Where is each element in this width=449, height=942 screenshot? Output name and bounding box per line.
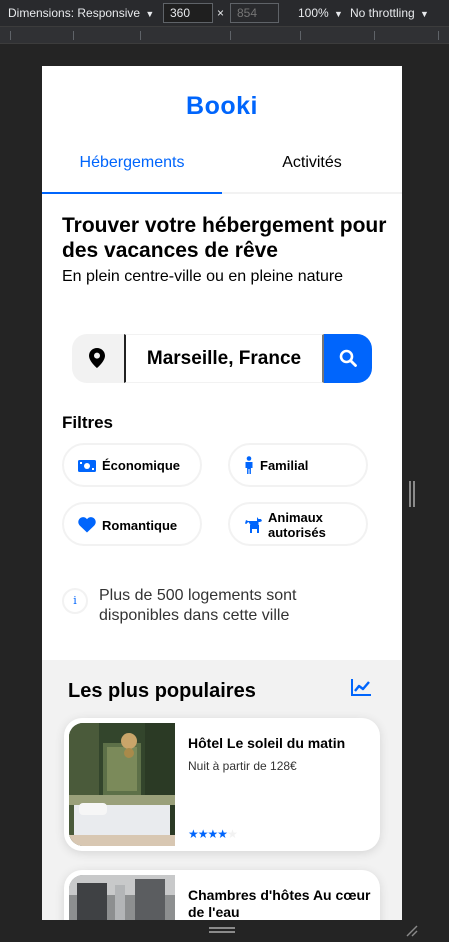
- devtools-toolbar: Dimensions: Responsive ▼ × 100% ▼ No thr…: [0, 0, 449, 26]
- device-viewport: Booki Hébergements Activités Trouver vot…: [42, 66, 402, 920]
- page-title: Trouver votre hébergement pour des vacan…: [62, 214, 387, 262]
- person-icon: [245, 456, 253, 474]
- site-logo[interactable]: Booki: [42, 92, 402, 121]
- dimensions-dropdown[interactable]: Dimensions: Responsive ▼: [8, 6, 154, 20]
- hotel-name: Hôtel Le soleil du matin: [188, 735, 346, 751]
- throttling-label: No throttling: [350, 6, 415, 20]
- filters-title: Filtres: [62, 413, 114, 432]
- dog-icon: [245, 517, 262, 533]
- width-input[interactable]: [163, 3, 213, 23]
- height-input[interactable]: [230, 3, 279, 23]
- hotel-card[interactable]: Hôtel Le soleil du matin Nuit à partir d…: [64, 718, 380, 851]
- search-bar: [72, 334, 372, 383]
- search-button[interactable]: [324, 334, 372, 383]
- throttling-dropdown[interactable]: No throttling ▼: [350, 6, 429, 20]
- dimensions-label: Dimensions: Responsive: [8, 6, 141, 20]
- media-query-bar[interactable]: [0, 26, 449, 44]
- caret-down-icon: ▼: [334, 9, 343, 19]
- tab-hebergements[interactable]: Hébergements: [42, 154, 222, 172]
- caret-down-icon: ▼: [420, 9, 429, 19]
- star-icon: ★: [197, 827, 209, 841]
- hotel-photo: [69, 875, 175, 920]
- location-pin-box: [72, 334, 124, 383]
- heart-icon: [78, 517, 96, 533]
- times-symbol: ×: [217, 6, 225, 20]
- filter-label: Romantique: [102, 518, 178, 533]
- popular-title: Les plus populaires: [68, 680, 256, 702]
- resize-handle-bottom[interactable]: [209, 927, 235, 934]
- filter-label: Animaux autorisés: [268, 510, 326, 540]
- star-rating: ★★★★★: [188, 827, 238, 841]
- filter-animaux-autorises[interactable]: Animaux autorisés: [228, 502, 368, 546]
- star-icon: ★: [227, 827, 238, 841]
- search-input[interactable]: [124, 334, 324, 383]
- hotel-price: Nuit à partir de 128€: [188, 759, 297, 773]
- money-icon: [78, 460, 96, 472]
- search-icon: [339, 349, 357, 367]
- filter-label: Économique: [102, 458, 181, 473]
- popular-section: Les plus populaires Hôtel Le soleil du m…: [42, 660, 402, 920]
- filter-romantique[interactable]: Romantique: [62, 502, 202, 546]
- star-icon: ★: [207, 827, 219, 841]
- tab-bar: Hébergements Activités: [42, 140, 402, 194]
- tab-activites[interactable]: Activités: [222, 154, 402, 172]
- star-icon: ★: [217, 827, 228, 841]
- resize-handle-right[interactable]: [409, 481, 415, 507]
- hotel-name: Chambres d'hôtes Au cœur de l'eau: [188, 887, 371, 920]
- hotel-card[interactable]: Chambres d'hôtes Au cœur de l'eau: [64, 870, 380, 920]
- info-icon: i: [62, 588, 88, 614]
- caret-down-icon: ▼: [145, 9, 155, 19]
- info-text: Plus de 500 logements sont disponibles d…: [99, 587, 297, 624]
- zoom-label: 100%: [298, 6, 329, 20]
- page-subtitle: En plein centre-ville ou en pleine natur…: [62, 268, 344, 285]
- location-pin-icon: [89, 348, 105, 368]
- filter-familial[interactable]: Familial: [228, 443, 368, 487]
- hotel-photo: [69, 723, 175, 846]
- chart-line-icon[interactable]: [351, 679, 371, 696]
- filter-label: Familial: [260, 458, 309, 473]
- filter-economique[interactable]: Économique: [62, 443, 202, 487]
- star-icon: ★: [188, 827, 199, 841]
- resize-corner-icon[interactable]: [406, 925, 418, 937]
- zoom-dropdown[interactable]: 100% ▼: [298, 6, 343, 20]
- active-tab-indicator: [42, 192, 222, 194]
